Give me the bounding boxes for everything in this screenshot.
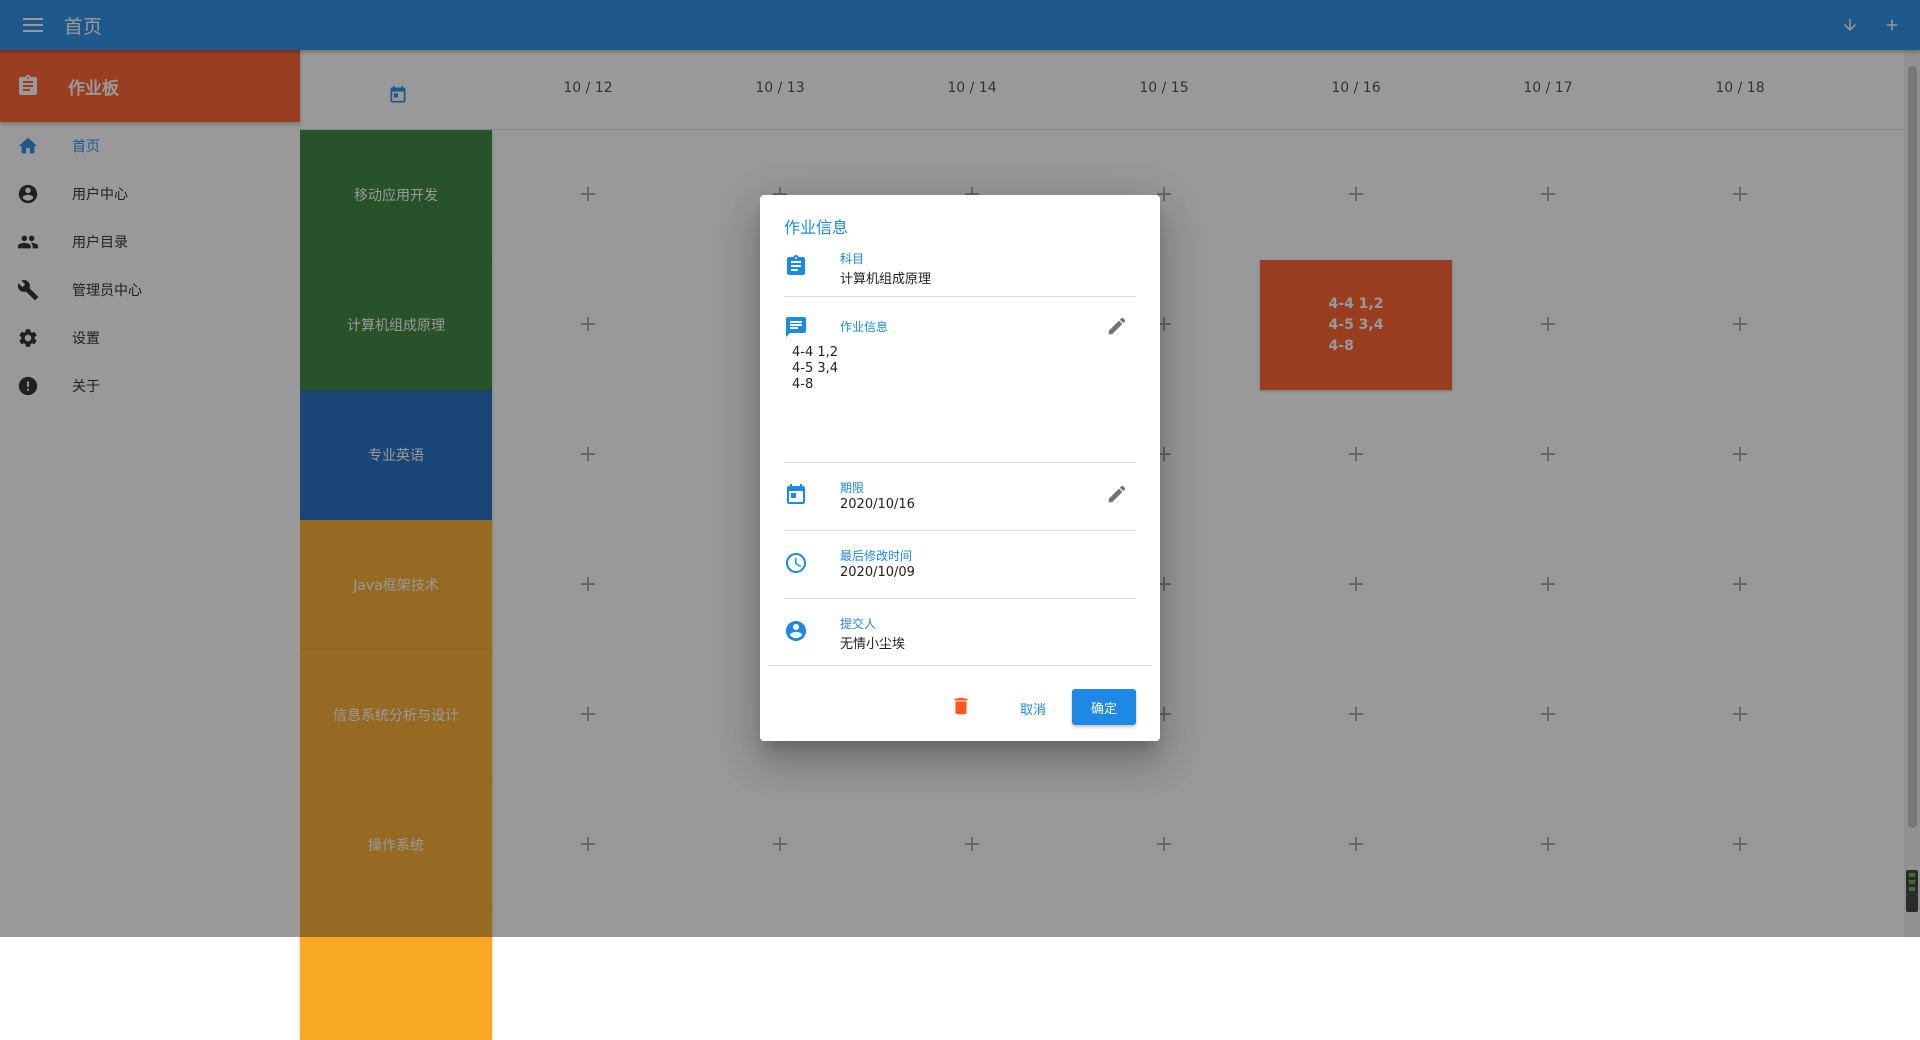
edit-icon[interactable]	[1106, 315, 1130, 339]
clock-icon	[784, 551, 808, 575]
delete-icon[interactable]	[950, 695, 974, 719]
cancel-button[interactable]: 取消	[1003, 692, 1063, 724]
message-icon	[784, 315, 808, 339]
last-modified-value: 2020/10/09	[840, 565, 915, 580]
submitter-label: 提交人	[840, 617, 877, 631]
divider	[784, 530, 1136, 531]
divider	[768, 665, 1152, 666]
last-modified-field: 最后修改时间 2020/10/09	[784, 547, 1160, 587]
deadline-value: 2020/10/16	[840, 497, 915, 512]
divider	[784, 296, 1136, 297]
deadline-field: 期限 2020/10/16	[784, 479, 1160, 519]
account-circle-icon	[784, 619, 808, 643]
submitter-field: 提交人 无情小尘埃	[784, 615, 1160, 655]
dialog-title: 作业信息	[784, 218, 849, 237]
deadline-label: 期限	[840, 481, 865, 495]
subject-value: 计算机组成原理	[840, 272, 932, 287]
last-modified-label: 最后修改时间	[840, 549, 913, 563]
homework-info-label: 作业信息	[840, 320, 889, 334]
confirm-button[interactable]: 确定	[1072, 689, 1136, 725]
homework-info-dialog: 作业信息 科目 计算机组成原理 作业信息 4-4 1,2 4-5 3,4 4-8…	[760, 195, 1160, 741]
dialog-actions: 取消 确定	[760, 689, 1160, 729]
homework-info-field: 作业信息	[784, 315, 1160, 345]
subject-field: 科目 计算机组成原理	[784, 250, 1160, 290]
edit-icon[interactable]	[1106, 483, 1130, 507]
submitter-value: 无情小尘埃	[840, 637, 906, 652]
subject-label: 科目	[840, 252, 865, 266]
clipboard-icon	[784, 254, 808, 278]
divider	[784, 462, 1136, 463]
divider	[784, 598, 1136, 599]
homework-info-text[interactable]: 4-4 1,2 4-5 3,4 4-8	[792, 345, 838, 393]
calendar-icon	[784, 483, 808, 507]
